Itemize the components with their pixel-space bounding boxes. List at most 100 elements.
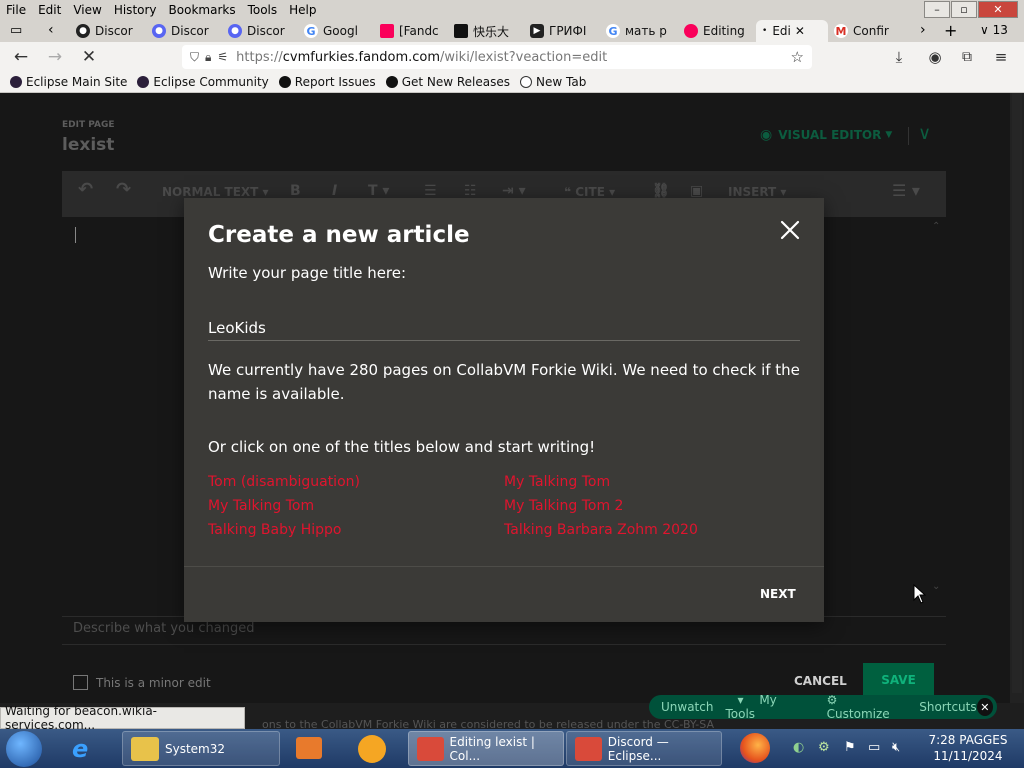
tab-chinese[interactable]: 快乐大 — [454, 20, 526, 42]
scroll-up-icon[interactable]: ⌃ — [932, 221, 940, 232]
more-options-icon[interactable]: ☰ ▾ — [892, 181, 920, 200]
italic-icon[interactable]: I — [332, 183, 337, 199]
start-button[interactable] — [6, 731, 42, 767]
taskbar-clock[interactable]: 7:28 PAGGES 11/11/2024 — [918, 732, 1018, 764]
scrollbar-thumb[interactable] — [1012, 93, 1022, 693]
bullet-list-icon[interactable]: ☰ — [424, 183, 437, 199]
permissions-icon[interactable]: ⚟ — [217, 50, 228, 64]
link-icon[interactable]: ⛓ — [652, 183, 670, 199]
divider — [908, 127, 909, 145]
monitor-icon[interactable]: ▭ — [868, 740, 880, 755]
suggestion-link[interactable]: Talking Baby Hippo — [208, 522, 341, 538]
tray-network-icon[interactable]: ◐ — [793, 740, 804, 755]
tab-scroll-left-icon[interactable]: ‹ — [48, 22, 54, 38]
task-discord[interactable]: Discord — Eclipse... — [566, 731, 722, 766]
scroll-down-icon[interactable]: ⌄ — [932, 581, 940, 592]
menu-bookmarks[interactable]: Bookmarks — [163, 3, 242, 17]
indent-icon[interactable]: ⇥ ▾ — [502, 183, 526, 199]
bookmark-new-tab[interactable]: New Tab — [520, 75, 586, 89]
close-window-button[interactable]: ✕ — [978, 1, 1018, 18]
suggestion-link[interactable]: Talking Barbara Zohm 2020 — [504, 522, 698, 538]
shield-icon[interactable]: ⛉ — [190, 50, 199, 65]
account-icon[interactable]: ◉ — [924, 46, 946, 68]
suggestion-link[interactable]: My Talking Tom — [208, 498, 314, 514]
bookmark-report-issues[interactable]: Report Issues — [278, 75, 376, 89]
task-system32[interactable]: System32 — [122, 731, 280, 766]
download-icon[interactable]: ⤓ — [888, 46, 910, 68]
visual-editor-switch[interactable]: ◉ VISUAL EDITOR ▼ — [760, 127, 892, 143]
suggestion-link[interactable]: My Talking Tom 2 — [504, 498, 623, 514]
close-icon[interactable] — [778, 218, 802, 242]
forward-arrow-icon[interactable]: → — [44, 46, 66, 68]
tab-discord-1[interactable]: ● Discor — [76, 20, 148, 42]
edit-summary-input[interactable]: Describe what you changed — [73, 621, 254, 636]
task-editing-lexist[interactable]: Editing lexist | Col... — [408, 731, 564, 766]
cancel-button[interactable]: CANCEL — [794, 674, 847, 688]
address-bar[interactable]: ⛉ 🔒︎ ⚟ https://cvmfurkies.fandom.com/wik… — [182, 45, 812, 69]
tab-list-button[interactable]: ∨ 13 — [980, 23, 1008, 37]
insert-dropdown[interactable]: INSERT ▾ — [728, 185, 786, 199]
menu-hamburger-icon[interactable]: ≡ — [990, 46, 1012, 68]
my-tools-button[interactable]: ▾ My Tools — [725, 693, 802, 721]
unwatch-button[interactable]: Unwatch — [661, 700, 713, 714]
uc-browser-icon[interactable] — [358, 735, 386, 763]
close-tab-icon[interactable]: ✕ — [795, 24, 805, 38]
next-button[interactable]: NEXT — [760, 587, 796, 601]
tab-discord-2[interactable]: ● Discor — [152, 20, 224, 42]
page-scrollbar[interactable] — [1010, 93, 1024, 703]
tab-gmail[interactable]: M Confir — [834, 20, 910, 42]
menu-history[interactable]: History — [108, 3, 163, 17]
tab-discord-3[interactable]: ● Discor — [228, 20, 300, 42]
bold-icon[interactable]: B — [290, 183, 301, 199]
redo-icon[interactable]: ↷ — [116, 179, 131, 200]
menu-bar: File Edit View History Bookmarks Tools H… — [0, 0, 1024, 20]
new-tab-button[interactable]: + — [944, 21, 957, 40]
tab-google[interactable]: G Googl — [304, 20, 376, 42]
save-button[interactable]: SAVE — [863, 663, 934, 697]
bookmark-get-new-releases[interactable]: Get New Releases — [385, 75, 510, 89]
menu-edit[interactable]: Edit — [32, 3, 67, 17]
globe-icon — [520, 76, 533, 88]
suggestion-link[interactable]: My Talking Tom — [504, 474, 610, 490]
menu-help[interactable]: Help — [283, 3, 322, 17]
tab-edit-active[interactable]: • Edi ✕ — [756, 20, 828, 42]
customize-button[interactable]: ⚙ Customize — [815, 693, 908, 721]
tray-app-icon[interactable]: ⚙ — [818, 740, 830, 755]
flag-icon[interactable]: ⚑ — [844, 740, 856, 755]
tab-youtube[interactable]: ▶ ГРИФІ — [530, 20, 602, 42]
menu-file[interactable]: File — [0, 3, 32, 17]
minor-edit-checkbox[interactable]: This is a minor edit — [73, 675, 211, 690]
stop-loading-icon[interactable]: ✕ — [78, 46, 100, 68]
media-player-icon[interactable] — [296, 737, 322, 759]
suggestion-link[interactable]: Tom (disambiguation) — [208, 474, 360, 490]
tab-overview-icon[interactable]: ▭ — [10, 23, 22, 38]
bookmark-eclipse-main[interactable]: Eclipse Main Site — [10, 75, 127, 89]
undo-icon[interactable]: ↶ — [78, 179, 93, 200]
menu-tools[interactable]: Tools — [242, 3, 284, 17]
speaker-muted-icon[interactable]: 🔇︎ — [892, 740, 900, 755]
bookmark-eclipse-community[interactable]: Eclipse Community — [137, 75, 269, 89]
lock-icon[interactable]: 🔒︎ — [205, 50, 211, 65]
internet-explorer-icon[interactable]: e — [72, 735, 88, 763]
paragraph-format-dropdown[interactable]: NORMAL TEXT ▾ — [162, 185, 269, 199]
back-arrow-icon[interactable]: ← — [10, 46, 32, 68]
bookmark-star-icon[interactable]: ☆ — [791, 48, 804, 66]
image-icon[interactable]: ▣ — [690, 183, 703, 199]
cite-button[interactable]: ❝ CITE ▾ — [564, 185, 615, 199]
close-toolbar-icon[interactable]: ✕ — [976, 698, 994, 716]
caret-down-icon: ▼ — [885, 130, 893, 140]
tab-scroll-right-icon[interactable]: › — [920, 22, 926, 38]
firefox-icon[interactable] — [740, 733, 770, 763]
tab-editing[interactable]: Editing — [684, 20, 754, 42]
shortcuts-button[interactable]: Shortcuts — [919, 700, 976, 714]
maximize-button[interactable]: ▫ — [951, 1, 977, 18]
tab-google-2[interactable]: Gмать р — [606, 20, 680, 42]
numbered-list-icon[interactable]: ☷ — [464, 183, 477, 199]
extensions-icon[interactable]: ⧉ — [956, 46, 978, 68]
page-title-input[interactable] — [208, 316, 800, 341]
minimize-button[interactable]: – — [924, 1, 950, 18]
menu-view[interactable]: View — [67, 3, 107, 17]
tab-fandom[interactable]: [Fandc — [380, 20, 450, 42]
text-style-icon[interactable]: T ▾ — [368, 183, 389, 199]
chevron-down-icon[interactable]: ∨ — [918, 123, 931, 144]
